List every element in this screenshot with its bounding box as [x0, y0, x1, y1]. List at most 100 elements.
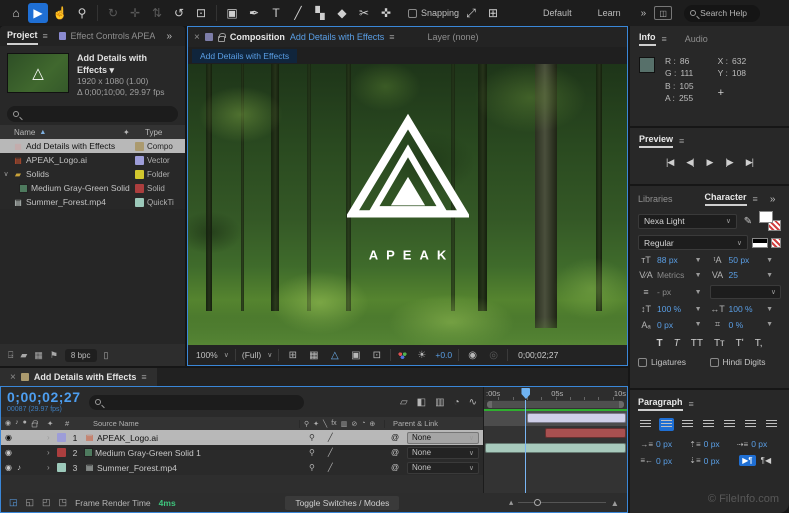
layer-label-chip[interactable] — [57, 433, 66, 442]
ltr-direction-button[interactable]: ▶¶ — [739, 455, 755, 466]
project-flowchart-icon[interactable]: ⚑ — [50, 350, 58, 361]
panel-menu-icon[interactable]: ≡ — [141, 372, 146, 382]
resolution-value[interactable]: (Full) — [242, 350, 261, 360]
small-caps-button[interactable]: Tᴛ — [714, 338, 725, 349]
pickwhip-icon[interactable]: @ — [391, 433, 405, 442]
fx-icon[interactable]: fx — [331, 420, 336, 428]
chevron-down-icon[interactable]: ▼ — [766, 272, 773, 279]
snapping-checkbox[interactable] — [408, 9, 417, 18]
layer-expander-icon[interactable]: › — [47, 463, 55, 472]
panel-overflow-icon[interactable]: » — [160, 31, 178, 42]
workspace-switcher-icon[interactable]: ◫ — [654, 6, 672, 20]
previous-frame-button[interactable]: ◀| — [686, 157, 693, 168]
snapshot-icon[interactable]: ◉ — [465, 350, 480, 361]
quality-switch-icon[interactable]: ╱ — [328, 433, 333, 442]
quality-icon[interactable]: ╲ — [323, 420, 327, 428]
workspace-tab-learn[interactable]: Learn — [586, 8, 633, 18]
font-family-select[interactable]: Nexa Light ∨ — [638, 214, 737, 229]
quality-switch-icon[interactable]: ╱ — [328, 448, 333, 457]
tab-info[interactable]: Info — [639, 32, 656, 46]
quality-switch-icon[interactable]: ╱ — [328, 463, 333, 472]
label-color-chip[interactable] — [135, 156, 144, 165]
align-center-button[interactable] — [659, 418, 674, 431]
shy-switch-icon[interactable]: ⚲ — [309, 463, 315, 472]
shape-tool-icon[interactable]: ▣ — [222, 3, 242, 23]
workspace-overflow-icon[interactable]: » — [635, 8, 653, 19]
layer-row-2[interactable]: ◉ › 2 Medium Gray-Green Solid 1 ⚲ ╱ — [1, 445, 483, 460]
subscript-button[interactable]: T, — [755, 338, 763, 349]
zoom-tool-icon[interactable]: ⚲ — [72, 3, 92, 23]
audio-icon[interactable]: ♪ — [17, 463, 21, 472]
composition-viewer[interactable]: APEAK — [188, 64, 627, 345]
column-type[interactable]: Type — [145, 128, 181, 137]
mask-visibility-icon[interactable]: △ — [327, 350, 342, 361]
zoom-slider-knob[interactable] — [534, 499, 541, 506]
label-color-chip[interactable] — [135, 170, 144, 179]
collapse-icon[interactable]: ∨ — [2, 170, 10, 178]
project-search-box[interactable] — [7, 106, 178, 122]
first-frame-button[interactable]: |◀ — [666, 157, 673, 168]
tab-layer[interactable]: Layer (none) — [428, 32, 479, 42]
crop-region-icon[interactable]: ⊡ — [369, 350, 384, 361]
indent-right-control[interactable]: ≡← 0 px — [638, 455, 686, 466]
chevron-down-icon[interactable]: ▼ — [695, 272, 702, 279]
last-frame-button[interactable]: ▶| — [746, 157, 753, 168]
lock-icon[interactable] — [32, 423, 38, 428]
layer-expander-icon[interactable]: › — [47, 448, 55, 457]
faux-bold-button[interactable]: T — [657, 338, 663, 349]
faux-italic-button[interactable]: T — [674, 338, 680, 349]
adjustment-layer-icon[interactable]: ◔ — [361, 420, 365, 428]
chevron-down-icon[interactable]: ▼ — [766, 257, 773, 264]
superscript-button[interactable]: Tʹ — [736, 338, 744, 349]
work-area-bar[interactable] — [487, 401, 624, 408]
snapping-toggle[interactable]: Snapping — [408, 8, 459, 18]
motion-blur-icon[interactable]: ◔ — [454, 397, 460, 408]
chevron-down-icon[interactable]: ▼ — [695, 306, 702, 313]
unified-camera-tool-icon[interactable]: ⊡ — [191, 3, 211, 23]
font-style-select[interactable]: Regular ∨ — [638, 235, 748, 250]
chevron-down-icon[interactable]: ▼ — [695, 257, 702, 264]
draft-3d-icon[interactable]: ◧ — [417, 397, 426, 408]
project-item-vector[interactable]: ▤ APEAK_Logo.ai Vector — [0, 153, 185, 167]
composition-thumbnail[interactable]: △ — [7, 53, 69, 93]
pen-tool-icon[interactable]: ✒ — [244, 3, 264, 23]
comp-mini-flowchart-icon[interactable]: ▱ — [400, 397, 408, 408]
panel-menu-icon[interactable]: ≡ — [679, 136, 684, 146]
layer-name[interactable]: Summer_Forest.mp4 — [97, 463, 301, 473]
layer-name[interactable]: Medium Gray-Green Solid 1 — [95, 448, 301, 458]
project-item-footage[interactable]: ▤ Summer_Forest.mp4 QuickTi — [0, 195, 185, 209]
tab-project[interactable]: Project — [7, 27, 38, 45]
column-label-icon[interactable]: ✦ — [123, 128, 145, 137]
type-tool-icon[interactable]: T — [266, 3, 286, 23]
chevron-down-icon[interactable]: ▼ — [695, 321, 702, 328]
channel-settings-icon[interactable] — [397, 351, 408, 360]
zoom-slider[interactable] — [518, 502, 605, 503]
tab-paragraph[interactable]: Paragraph — [638, 397, 683, 411]
solo-icon[interactable]: ● — [23, 419, 27, 428]
ligatures-checkbox[interactable] — [638, 358, 647, 367]
shy-icon[interactable]: ⚲ — [304, 420, 309, 428]
transparency-grid-icon[interactable]: ▦ — [306, 350, 321, 361]
fill-stroke-swatches[interactable] — [759, 211, 781, 231]
chevron-down-icon[interactable]: ▼ — [766, 306, 773, 313]
vertical-scale-control[interactable]: ↕T 100 % ▼ — [638, 304, 710, 314]
composition-tab-name[interactable]: Add Details with Effects — [290, 32, 384, 42]
zoom-in-icon[interactable]: ▲ — [611, 498, 619, 508]
expand-transfer-controls-icon[interactable]: ◱ — [26, 497, 35, 508]
first-line-indent-control[interactable]: ⇢≡ 0 px — [733, 439, 781, 449]
eyedropper-icon[interactable]: ✎ — [741, 216, 755, 227]
collapse-icon[interactable]: ✦ — [313, 420, 319, 428]
layer-label-chip[interactable] — [57, 463, 66, 472]
pan-camera-tool-icon[interactable]: ✛ — [125, 3, 145, 23]
layer-bar-apeak-logo[interactable] — [527, 413, 626, 423]
panel-menu-icon[interactable]: ≡ — [753, 194, 758, 204]
parent-link-column[interactable]: Parent & Link — [387, 419, 479, 428]
new-composition-icon[interactable]: ▦ — [34, 350, 43, 361]
eye-icon[interactable]: ◉ — [5, 448, 12, 457]
frame-blend-icon[interactable]: ▥ — [341, 420, 348, 428]
frame-blending-icon[interactable]: ▥ — [435, 397, 444, 408]
rtl-direction-button[interactable]: ¶◀ — [758, 455, 774, 466]
layer-row-1[interactable]: ◉ › 1 ▤ APEAK_Logo.ai ⚲ ╱ @ — [1, 430, 483, 445]
hand-tool-icon[interactable]: ☝ — [50, 3, 70, 23]
project-item-solid[interactable]: Medium Gray-Green Solid 1 Solid — [0, 181, 185, 195]
